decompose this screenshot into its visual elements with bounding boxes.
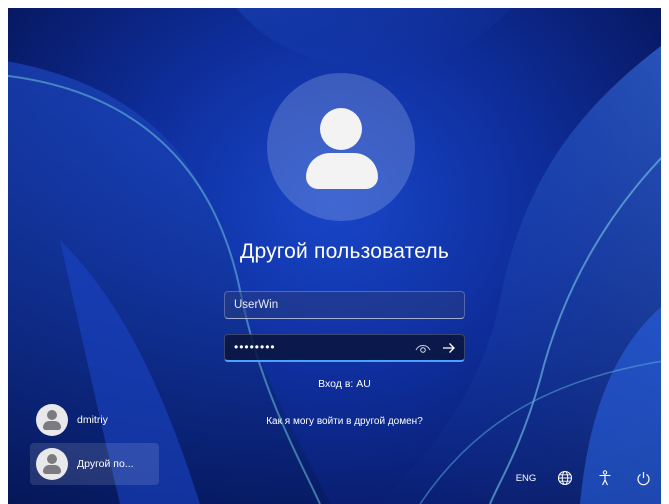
user-tile-label: dmitriy — [77, 414, 108, 426]
user-avatar-icon — [36, 448, 68, 480]
username-field[interactable]: UserWin — [224, 291, 465, 319]
password-field[interactable]: •••••••• — [224, 334, 465, 362]
user-avatar-icon — [36, 404, 68, 436]
reveal-password-icon[interactable] — [415, 341, 431, 355]
user-avatar-large — [267, 73, 415, 221]
user-tile-other-user[interactable]: Другой по... — [30, 443, 159, 485]
arrow-right-icon — [443, 343, 455, 353]
network-icon[interactable] — [555, 468, 575, 488]
user-tile-dmitriy[interactable]: dmitriy — [30, 399, 159, 441]
avatar-body-shape — [306, 153, 378, 189]
user-tile-label: Другой по... — [77, 458, 134, 470]
selected-user-name: Другой пользователь — [240, 240, 449, 263]
avatar-head-shape — [320, 108, 362, 150]
power-icon[interactable] — [633, 468, 653, 488]
submit-arrow-button[interactable] — [438, 338, 460, 358]
password-mask: •••••••• — [234, 340, 276, 354]
language-indicator[interactable]: ENG — [513, 468, 539, 488]
sign-in-domain-text: Вход в: AU — [318, 378, 371, 390]
accessibility-icon[interactable] — [595, 468, 615, 488]
